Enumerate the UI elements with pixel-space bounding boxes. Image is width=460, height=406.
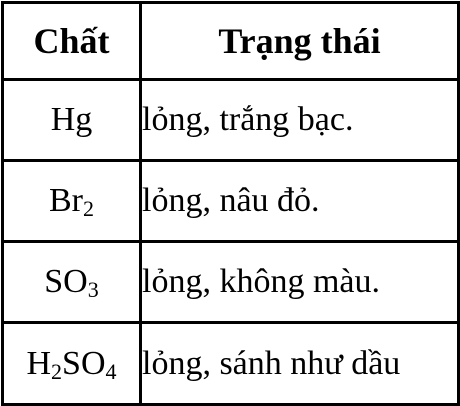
header-row: Chất Trạng thái: [1, 1, 460, 81]
state-cell: lỏng, sánh như dầu: [139, 321, 460, 406]
formula-subscript: 2: [83, 196, 94, 221]
substance-cell: H2SO4: [1, 321, 142, 406]
state-cell: lỏng, nâu đỏ.: [139, 159, 460, 243]
substance-cell: Hg: [1, 78, 142, 162]
state-cell: lỏng, không màu.: [139, 240, 460, 324]
substance-cell: Br2: [1, 159, 142, 243]
table-row: Br2 lỏng, nâu đỏ.: [1, 159, 460, 243]
formula-text: Hg: [50, 101, 93, 138]
table-row: H2SO4 lỏng, sánh như dầu: [1, 321, 460, 406]
formula-subscript: 3: [87, 277, 99, 302]
header-substance: Chất: [1, 1, 142, 81]
formula-text: Br: [49, 182, 83, 219]
formula-text: SO: [62, 344, 106, 382]
table-row: Hg lỏng, trắng bạc.: [1, 78, 460, 162]
substance-cell: SO3: [1, 240, 142, 324]
formula-subscript: 4: [105, 358, 117, 384]
formula-text: H: [26, 344, 52, 382]
substance-state-table: Chất Trạng thái Hg lỏng, trắng bạc. Br2 …: [1, 1, 460, 406]
header-state: Trạng thái: [139, 1, 460, 81]
state-cell: lỏng, trắng bạc.: [139, 78, 460, 162]
formula-text: SO: [44, 263, 88, 300]
formula-subscript: 2: [51, 358, 63, 384]
table-row: SO3 lỏng, không màu.: [1, 240, 460, 324]
